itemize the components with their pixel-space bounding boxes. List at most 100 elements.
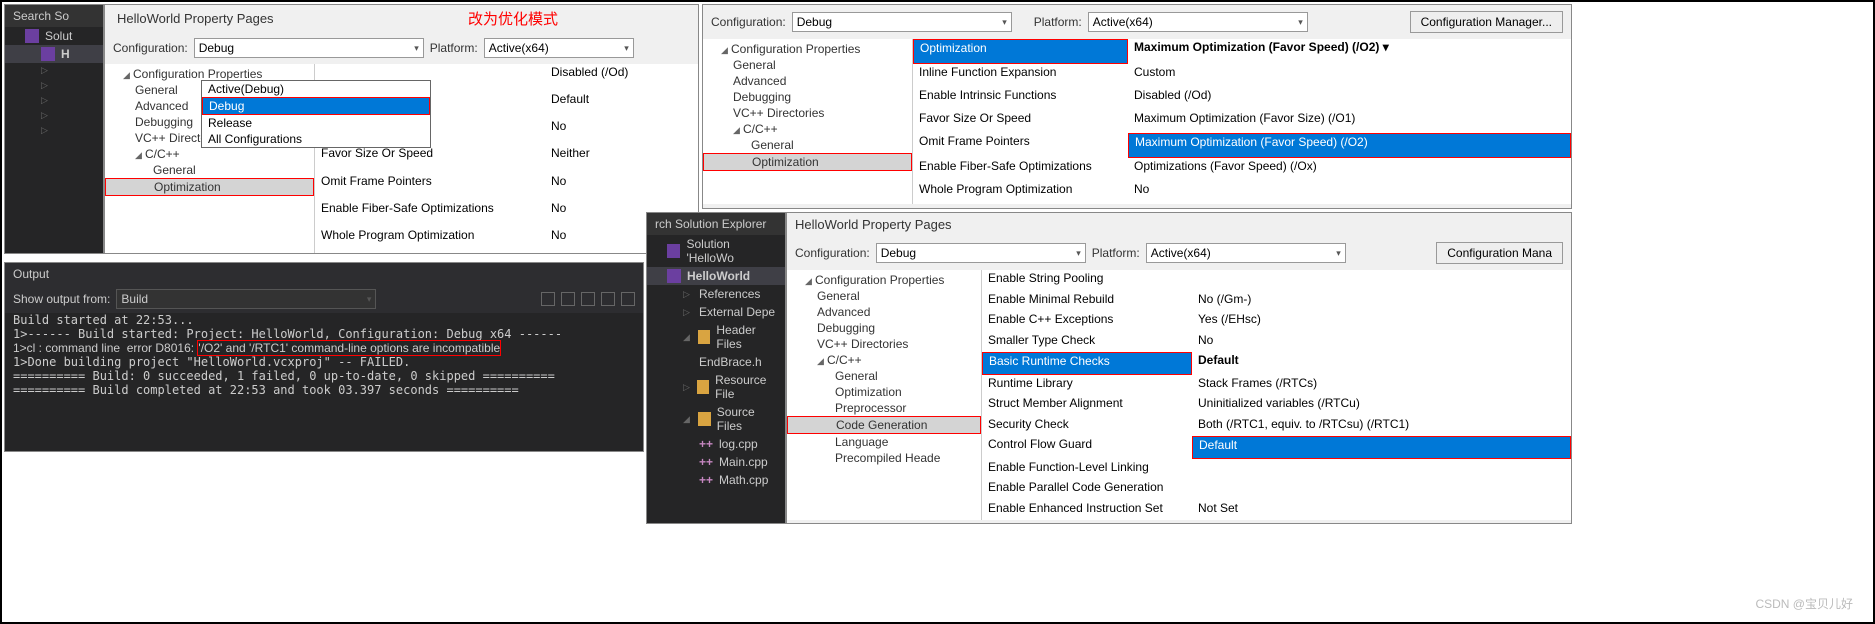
toolbar-icon[interactable] <box>601 292 615 306</box>
tree-optimization[interactable]: Optimization <box>105 178 314 196</box>
tree-cc-general[interactable]: General <box>105 162 314 178</box>
tree-cc[interactable]: ◢C/C++ <box>105 146 314 162</box>
annotation: 改为优化模式 <box>468 8 558 29</box>
se-search[interactable]: rch Solution Explorer <box>647 213 785 235</box>
chevron-down-icon: ▾ <box>1298 17 1303 28</box>
ext-node[interactable]: ▷External Depe <box>647 303 785 321</box>
se-row[interactable]: ▷ <box>5 123 103 138</box>
resources-node[interactable]: ▷Resource File <box>647 371 785 403</box>
tree-optimization[interactable]: Optimization <box>703 153 912 171</box>
prop-val-selected[interactable]: Maximum Optimization (Favor Speed) (/O2) <box>1128 133 1571 158</box>
dd-active-debug[interactable]: Active(Debug) <box>202 81 430 97</box>
tree-root[interactable]: ◢Configuration Properties <box>787 272 981 288</box>
tree-advanced[interactable]: Advanced <box>787 304 981 320</box>
prop-val[interactable]: No (/Gm-) <box>1192 291 1571 312</box>
tree-optimization[interactable]: Optimization <box>787 384 981 400</box>
prop-val[interactable]: No <box>1128 181 1571 204</box>
tree-advanced[interactable]: Advanced <box>703 73 912 89</box>
file-node[interactable]: ++Math.cpp <box>647 471 785 489</box>
output-source-combo[interactable]: Build▾ <box>116 289 376 309</box>
project-node[interactable]: HelloWorld <box>647 267 785 285</box>
config-dropdown[interactable]: Active(Debug) Debug Release All Configur… <box>201 80 431 148</box>
prop-key: Enable Fiber-Safe Optimizations <box>913 158 1128 181</box>
prop-val[interactable]: No <box>1192 332 1571 353</box>
config-combo[interactable]: Debug▾ <box>876 243 1086 263</box>
headers-node[interactable]: ◢Header Files <box>647 321 785 353</box>
prop-val[interactable]: Optimizations (Favor Speed) (/Ox) <box>1128 158 1571 181</box>
tree-cc[interactable]: ◢C/C++ <box>703 121 912 137</box>
toolbar-icon[interactable] <box>621 292 635 306</box>
platform-combo[interactable]: Active(x64)▾ <box>1146 243 1346 263</box>
tree-root[interactable]: ◢Configuration Properties <box>703 41 912 57</box>
prop-key: Enable Parallel Code Generation <box>982 479 1192 500</box>
prop-key: Runtime Library <box>982 375 1192 396</box>
toolbar-icon[interactable] <box>581 292 595 306</box>
tree-preprocessor[interactable]: Preprocessor <box>787 400 981 416</box>
prop-val[interactable]: No <box>545 173 698 200</box>
tree-cc-general[interactable]: General <box>787 368 981 384</box>
config-combo[interactable]: Debug▾ <box>792 12 1012 32</box>
prop-val[interactable] <box>1192 270 1571 291</box>
prop-key: Enable Enhanced Instruction Set <box>982 500 1192 521</box>
prop-key-runtime-checks[interactable]: Basic Runtime Checks <box>982 352 1192 375</box>
tree-cc-general[interactable]: General <box>703 137 912 153</box>
dialog-title: HelloWorld Property Pages <box>109 7 282 30</box>
tree-debugging[interactable]: Debugging <box>787 320 981 336</box>
tree-general[interactable]: General <box>703 57 912 73</box>
prop-val[interactable]: Both (/RTC1, equiv. to /RTCsu) (/RTC1) <box>1192 416 1571 437</box>
tree-language[interactable]: Language <box>787 434 981 450</box>
se-row[interactable]: ▷ <box>5 78 103 93</box>
prop-val[interactable]: Uninitialized variables (/RTCu) <box>1192 395 1571 416</box>
sources-node[interactable]: ◢Source Files <box>647 403 785 435</box>
prop-val[interactable]: Custom <box>1128 64 1571 87</box>
prop-val[interactable]: Default <box>545 91 698 118</box>
prop-key-optimization[interactable]: Optimization <box>913 39 1128 64</box>
toolbar-icon[interactable] <box>561 292 575 306</box>
prop-val[interactable]: Maximum Optimization (Favor Size) (/O1) <box>1128 110 1571 133</box>
tree-precompiled[interactable]: Precompiled Heade <box>787 450 981 466</box>
prop-val[interactable]: Not Set <box>1192 500 1571 521</box>
se-row[interactable]: ▷ <box>5 93 103 108</box>
se-row[interactable]: ▷ <box>5 108 103 123</box>
toolbar-icon[interactable] <box>541 292 555 306</box>
chevron-down-icon: ▾ <box>624 43 629 54</box>
prop-val[interactable]: Maximum Optimization (Favor Speed) (/O2)… <box>1128 39 1571 64</box>
file-node[interactable]: ++Main.cpp <box>647 453 785 471</box>
prop-val[interactable]: Neither <box>545 145 698 172</box>
prop-val[interactable] <box>1192 459 1571 480</box>
chevron-down-icon[interactable]: ▾ <box>1383 40 1389 54</box>
prop-val[interactable]: Stack Frames (/RTCs) <box>1192 375 1571 396</box>
prop-val[interactable]: Disabled (/Od) <box>545 64 698 91</box>
prop-val[interactable]: Yes (/EHsc) <box>1192 311 1571 332</box>
file-node[interactable]: ++log.cpp <box>647 435 785 453</box>
solution-node[interactable]: Solution 'HelloWo <box>647 235 785 267</box>
tree-cc[interactable]: ◢C/C++ <box>787 352 981 368</box>
watermark: CSDN @宝贝儿好 <box>1755 595 1853 612</box>
prop-val-selected[interactable]: Default <box>1192 436 1571 459</box>
platform-combo[interactable]: Active(x64)▾ <box>484 38 634 58</box>
dd-allconfig[interactable]: All Configurations <box>202 131 430 147</box>
project-node[interactable]: H <box>5 45 103 63</box>
output-line: ========== Build completed at 22:53 and … <box>5 383 643 397</box>
output-line: 1>------ Build started: Project: HelloWo… <box>5 327 643 341</box>
tree-vc[interactable]: VC++ Directories <box>787 336 981 352</box>
tree-general[interactable]: General <box>787 288 981 304</box>
refs-node[interactable]: ▷References <box>647 285 785 303</box>
tree-vc[interactable]: VC++ Directories <box>703 105 912 121</box>
config-manager-button[interactable]: Configuration Mana <box>1436 242 1563 264</box>
tree-debugging[interactable]: Debugging <box>703 89 912 105</box>
dd-release[interactable]: Release <box>202 115 430 131</box>
prop-val[interactable] <box>1192 479 1571 500</box>
solution-node[interactable]: Solut <box>5 27 103 45</box>
platform-combo[interactable]: Active(x64)▾ <box>1088 12 1308 32</box>
se-row[interactable]: ▷ <box>5 63 103 78</box>
prop-val[interactable]: No <box>545 118 698 145</box>
file-node[interactable]: EndBrace.h <box>647 353 785 371</box>
prop-val[interactable]: Disabled (/Od) <box>1128 87 1571 110</box>
config-combo[interactable]: Debug▾ <box>194 38 424 58</box>
output-line: 1>cl : command line error D8016: '/O2' a… <box>5 341 643 355</box>
dd-debug[interactable]: Debug <box>202 97 430 115</box>
tree-codegen[interactable]: Code Generation <box>787 416 981 434</box>
prop-val[interactable]: Default <box>1192 352 1571 375</box>
config-manager-button[interactable]: Configuration Manager... <box>1410 11 1563 33</box>
